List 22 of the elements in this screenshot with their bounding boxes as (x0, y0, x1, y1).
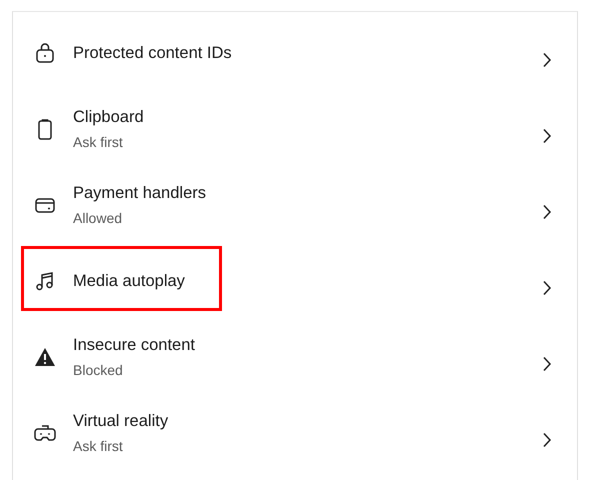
chevron-right-icon (542, 52, 552, 68)
chevron-right-icon (542, 356, 552, 372)
settings-item[interactable]: Protected content IDs (13, 22, 577, 98)
chevron-right-icon (542, 432, 552, 448)
item-title: Clipboard (73, 107, 145, 128)
chevron-right-icon (542, 204, 552, 220)
settings-item[interactable]: Media autoplay (13, 250, 577, 326)
item-status: Ask first (73, 437, 124, 456)
item-title: Protected content IDs (73, 43, 233, 64)
item-title: Payment handlers (73, 183, 207, 204)
item-status: Ask first (73, 133, 124, 152)
chevron-right-icon (542, 280, 552, 296)
chevron-right-icon (542, 128, 552, 144)
settings-item[interactable]: Clipboard Ask first (13, 98, 577, 174)
settings-item[interactable]: Virtual reality Ask first (13, 402, 577, 478)
settings-item[interactable]: Insecure content Blocked (13, 326, 577, 402)
item-title: Media autoplay (73, 271, 186, 292)
item-status: Blocked (73, 361, 124, 380)
item-title: Insecure content (73, 335, 196, 356)
settings-item[interactable]: Payment handlers Allowed (13, 174, 577, 250)
item-status: Allowed (73, 209, 124, 228)
item-title: Virtual reality (73, 411, 170, 432)
